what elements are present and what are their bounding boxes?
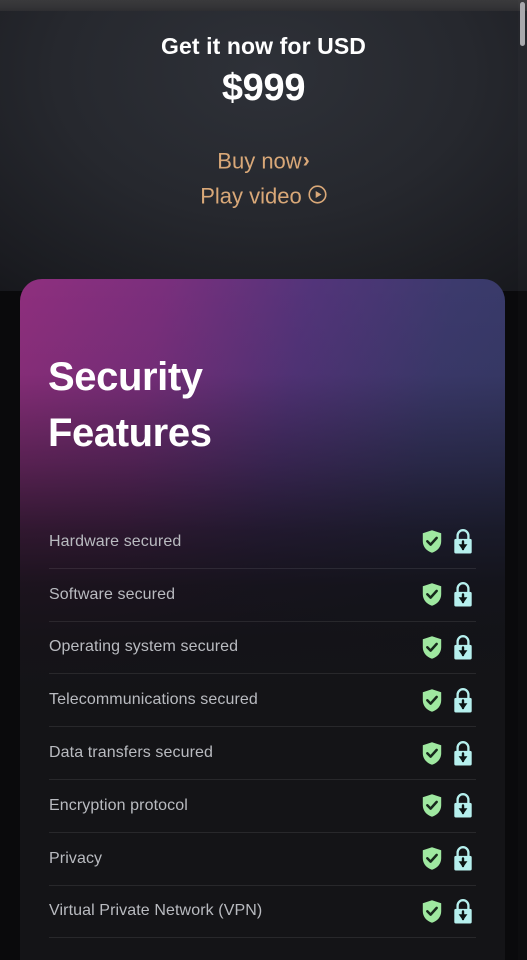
page-scrollbar[interactable]: [518, 0, 527, 960]
feature-status-icons: [421, 581, 476, 608]
hero-link-group: Buy now› Play video: [0, 143, 527, 212]
lock-download-icon: [452, 528, 474, 555]
feature-label: Encryption protocol: [49, 796, 188, 814]
shield-check-icon: [421, 899, 443, 924]
chevron-right-icon: ›: [302, 148, 310, 172]
buy-now-link[interactable]: Buy now›: [0, 143, 527, 178]
feature-status-icons: [421, 528, 476, 555]
feature-status-icons: [421, 792, 476, 819]
lock-download-icon: [452, 792, 474, 819]
lock-download-icon: [452, 740, 474, 767]
shield-check-icon: [421, 793, 443, 818]
feature-status-icons: [421, 898, 476, 925]
card-title: Security Features: [48, 349, 212, 461]
feature-status-icons: [421, 845, 476, 872]
shield-check-icon: [421, 846, 443, 871]
lock-download-icon: [452, 634, 474, 661]
scrollbar-thumb[interactable]: [520, 2, 525, 46]
feature-label: Hardware secured: [49, 532, 182, 550]
feature-status-icons: [421, 740, 476, 767]
hero-content: Get it now for USD $999 Buy now› Play vi…: [0, 11, 527, 212]
feature-status-icons: [421, 687, 476, 714]
lock-download-icon: [452, 581, 474, 608]
play-video-link[interactable]: Play video: [0, 178, 527, 213]
play-circle-icon: [308, 180, 327, 213]
security-features-card: Security Features Hardware secured Softwa…: [20, 279, 505, 960]
feature-row: Telecommunications secured: [49, 674, 476, 728]
browser-chrome-bar: [0, 0, 527, 11]
feature-label: Virtual Private Network (VPN): [49, 902, 263, 920]
page-viewport: Get it now for USD $999 Buy now› Play vi…: [0, 11, 527, 960]
price-kicker-text: Get it now for USD: [161, 33, 366, 59]
shield-check-icon: [421, 635, 443, 660]
shield-check-icon: [421, 529, 443, 554]
feature-row: Hardware secured: [49, 516, 476, 569]
shield-check-icon: [421, 741, 443, 766]
feature-label: Software secured: [49, 585, 176, 603]
buy-now-label: Buy now: [217, 148, 302, 174]
feature-row: Privacy: [49, 833, 476, 886]
feature-status-icons: [421, 634, 476, 661]
lock-download-icon: [452, 898, 474, 925]
feature-label: Operating system secured: [49, 638, 239, 656]
feature-row: Encryption protocol: [49, 780, 476, 833]
feature-label: Telecommunications secured: [49, 691, 258, 709]
purchase-hero-section: Get it now for USD $999 Buy now› Play vi…: [0, 11, 527, 291]
feature-row: Virtual Private Network (VPN): [49, 886, 476, 939]
shield-check-icon: [421, 582, 443, 607]
card-title-line-1: Security: [48, 355, 203, 399]
feature-label: Privacy: [49, 849, 103, 867]
lock-download-icon: [452, 687, 474, 714]
lock-download-icon: [452, 845, 474, 872]
feature-row: Operating system secured: [49, 622, 476, 675]
card-title-line-2: Features: [48, 411, 212, 455]
price-amount: $999: [221, 67, 306, 109]
shield-check-icon: [421, 688, 443, 713]
feature-row: Data transfers secured: [49, 727, 476, 780]
play-video-label: Play video: [200, 183, 302, 209]
feature-label: Data transfers secured: [49, 744, 214, 762]
feature-row: Software secured: [49, 569, 476, 622]
feature-list: Hardware secured Software secured Operatin…: [49, 516, 476, 939]
